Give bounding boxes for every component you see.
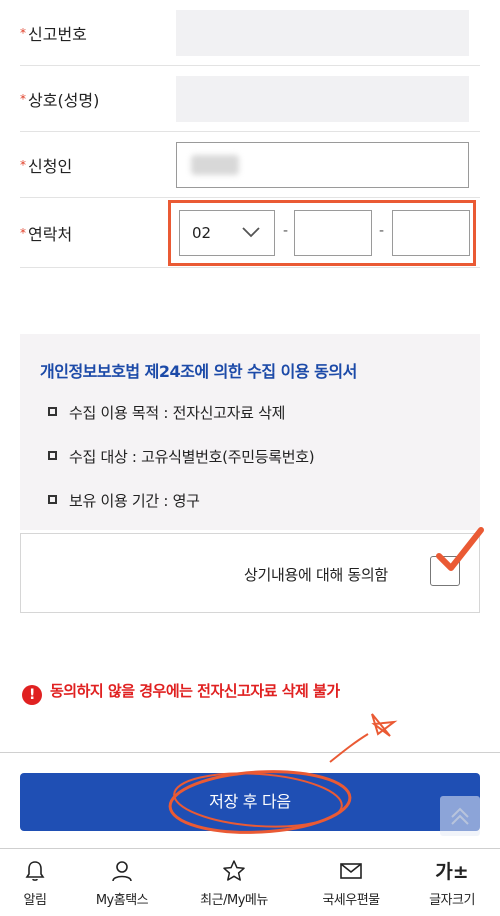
font-size-icon: 가± xyxy=(435,861,469,883)
agree-label: 상기내용에 대해 동의함 xyxy=(244,566,388,584)
divider xyxy=(0,752,500,753)
nav-label: 최근/My메뉴 xyxy=(200,893,268,908)
nav-label: My홈택스 xyxy=(95,893,149,908)
area-code-value: 02 xyxy=(192,224,212,242)
square-bullet-icon xyxy=(48,451,57,460)
consent-title: 개인정보보호법 제24조에 의한 수집 이용 동의서 xyxy=(40,362,357,381)
consent-item: 수집 이용 목적 : 전자신고자료 삭제 xyxy=(48,402,285,423)
star-icon xyxy=(223,860,245,881)
consent-item: 수집 대상 : 고유식별번호(주민등록번호) xyxy=(48,446,315,467)
scroll-top-button[interactable] xyxy=(440,796,480,836)
consent-box: 개인정보보호법 제24조에 의한 수집 이용 동의서 수집 이용 목적 : 전자… xyxy=(20,334,480,530)
nav-label: 국세우편물 xyxy=(322,893,380,908)
form-row-contact: * 연락처 02 - - xyxy=(20,198,480,268)
agree-box: 상기내용에 대해 동의함 xyxy=(20,527,484,613)
phone-last-input[interactable] xyxy=(392,210,470,256)
mail-icon xyxy=(340,863,362,879)
nav-item-my-hometax[interactable]: My홈택스 xyxy=(80,849,164,916)
contact-label: * 연락처 xyxy=(20,224,73,244)
nav-label: 알림 xyxy=(23,893,47,908)
chevron-down-icon xyxy=(242,227,260,238)
form-row-business-name: * 상호(성명) xyxy=(20,66,480,132)
chevron-up-icon xyxy=(451,807,469,825)
bell-icon xyxy=(25,861,45,881)
area-code-select[interactable]: 02 xyxy=(179,210,275,256)
nav-item-notifications[interactable]: 알림 xyxy=(0,849,70,916)
nav-item-recent-menu[interactable]: 최근/My메뉴 xyxy=(184,849,284,916)
square-bullet-icon xyxy=(48,407,57,416)
person-icon xyxy=(112,861,132,882)
square-bullet-icon xyxy=(48,495,57,504)
bottom-nav: 알림 My홈택스 최근/My메뉴 국세우편물 가± 글자크기 xyxy=(0,848,500,916)
consent-item: 보유 이용 기간 : 영구 xyxy=(48,490,200,511)
applicant-input[interactable] xyxy=(176,142,469,188)
phone-middle-input[interactable] xyxy=(294,210,372,256)
applicant-name-redacted xyxy=(191,155,239,175)
business-name-field xyxy=(176,76,469,122)
exclamation-icon: ! xyxy=(22,685,42,705)
business-name-label: * 상호(성명) xyxy=(20,90,100,110)
form-row-applicant: * 신청인 xyxy=(20,132,480,198)
report-number-label: * 신고번호 xyxy=(20,24,87,44)
nav-item-font-size[interactable]: 가± 글자크기 xyxy=(412,849,492,916)
save-next-button[interactable]: 저장 후 다음 xyxy=(20,773,480,831)
form-row-report-number: * 신고번호 xyxy=(20,0,480,66)
phone-separator: - xyxy=(283,223,289,239)
agree-checkbox[interactable] xyxy=(430,556,460,586)
contact-highlight: 02 - - xyxy=(168,200,476,266)
applicant-label: * 신청인 xyxy=(20,156,73,176)
nav-label: 글자크기 xyxy=(429,893,475,908)
nav-item-tax-mail[interactable]: 국세우편물 xyxy=(306,849,396,916)
report-number-field xyxy=(176,10,469,56)
warning-message: ! 동의하지 않을 경우에는 전자신고자료 삭제 불가 xyxy=(22,680,340,705)
phone-separator: - xyxy=(379,223,385,239)
